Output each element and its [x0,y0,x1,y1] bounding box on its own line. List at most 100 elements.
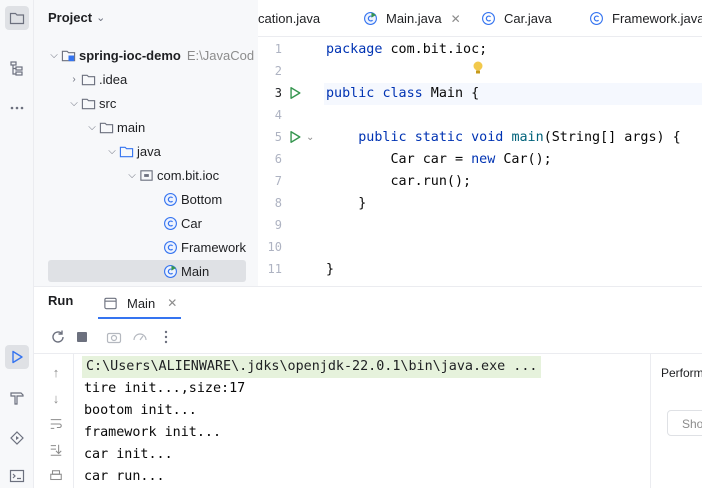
arrow-down-icon[interactable]: ↓ [48,390,64,406]
tab-car-java[interactable]: Car.java [480,0,552,36]
chevron-down-icon[interactable]: ⌵ [68,98,80,109]
run-tab-label: Main [127,295,156,311]
print-icon[interactable] [48,468,64,484]
camera-icon[interactable] [106,329,122,345]
scroll-to-end-icon[interactable] [48,442,64,458]
run-gutter-icon[interactable] [288,86,302,103]
tree-item-label: com.bit.ioc [157,167,220,183]
tab-main-java[interactable]: Main.java ✕ [362,0,461,36]
class-icon [588,11,604,27]
code-text: com.bit.ioc; [382,42,488,57]
chevron-down-icon[interactable]: ⌵ [106,146,118,157]
code-keyword: new [471,152,496,167]
profiler-icon[interactable] [132,329,148,345]
tree-item-label: Framework [181,239,247,255]
tree-item-idea[interactable]: › .idea [34,68,258,90]
structure-tool-button[interactable] [5,56,29,80]
module-folder-icon [60,47,76,63]
tree-item-main-class[interactable]: Main [48,260,246,282]
arrow-up-icon[interactable]: ↑ [48,364,64,380]
hammer-icon [10,392,24,405]
tab-label: Main.java [386,11,442,26]
console-output[interactable]: C:\Users\ALIENWARE\.jdks\openjdk-22.0.1\… [74,354,650,488]
code-method-name: main [511,130,544,145]
services-icon [10,431,24,445]
tree-item-bottom[interactable]: Bottom [34,188,258,210]
fold-chevron-icon[interactable]: ⌄ [306,132,314,143]
code-line: Car car = new Car(); [326,149,552,171]
tree-item-label: main [117,119,146,135]
code-line: public class Main { [326,83,479,105]
console-line: car init... [84,447,173,462]
tab-framework-java[interactable]: Framework.java [588,0,702,36]
line-number: 11 [267,262,282,276]
chevron-right-icon[interactable]: › [68,74,80,85]
line-number: 5 [274,130,282,144]
project-panel-header[interactable]: Project ⌄ [48,10,105,25]
console-line: car run... [84,469,165,484]
tab-label: Framework.java [612,11,702,26]
tool-window-strip [0,0,34,488]
tab-label: Car.java [504,11,552,26]
code-text: (String[] args) { [543,130,681,145]
chevron-down-icon[interactable]: ⌵ [86,122,98,133]
tree-item-java[interactable]: ⌵ java [34,140,258,162]
services-tool-button[interactable] [5,426,29,450]
code-line: public static void main(String[] args) { [326,127,681,149]
tab-run-main[interactable]: Main ✕ [98,287,182,319]
code-text: } [326,262,335,277]
close-icon[interactable]: ✕ [451,12,461,26]
code-editor[interactable]: package com.bit.ioc; public class Main { … [324,38,702,286]
run-tool-button[interactable] [5,345,29,369]
tree-item-label: src [99,95,117,111]
tree-item-label: spring-ioc-demo [79,47,181,63]
code-keyword: public [326,86,375,101]
chevron-down-icon: ⌄ [96,12,106,24]
line-number: 9 [274,218,282,232]
tree-item-package[interactable]: ⌵ com.bit.ioc [34,164,258,186]
console-command-line: C:\Users\ALIENWARE\.jdks\openjdk-22.0.1\… [82,356,542,378]
tree-item-main-folder[interactable]: ⌵ main [34,116,258,138]
stop-icon[interactable] [74,329,90,345]
run-gutter-icon[interactable] [288,130,302,147]
line-number: 8 [274,196,282,210]
code-keyword: static [414,130,464,145]
code-keyword: class [382,86,423,101]
lightbulb-icon[interactable] [472,60,484,80]
console-side-toolbar: ↑ ↓ [34,354,74,488]
terminal-icon [9,469,25,483]
more-tools-button[interactable] [5,96,29,120]
tree-item-car[interactable]: Car [34,212,258,234]
tab-application-java[interactable]: cation.java [258,0,320,36]
tree-item-framework[interactable]: Framework [34,236,258,258]
class-icon [162,215,178,231]
rerun-icon[interactable] [50,329,66,345]
run-config-icon [102,295,118,311]
build-tool-button[interactable] [5,386,29,410]
tree-item-module[interactable]: ⌵ spring-ioc-demo E:\JavaCod [34,44,258,66]
tree-item-src[interactable]: ⌵ src [34,92,258,114]
chevron-down-icon[interactable]: ⌵ [48,50,60,61]
close-icon[interactable]: ✕ [167,296,177,310]
tree-item-label: Car [181,215,202,231]
package-icon [138,167,154,183]
folder-icon [9,12,25,25]
main-class-icon [162,263,178,279]
more-vertical-icon[interactable] [158,329,174,345]
code-line: car.run(); [326,171,471,193]
main-class-icon [362,11,378,27]
chevron-down-icon[interactable]: ⌵ [126,170,138,181]
terminal-tool-button[interactable] [5,464,29,488]
soft-wrap-icon[interactable] [48,416,64,432]
show-button[interactable]: Sho [667,410,702,436]
code-line: } [326,193,366,215]
code-text: Car(); [495,152,552,167]
project-tool-button[interactable] [5,6,29,30]
run-panel-title: Run [48,293,74,308]
line-number: 7 [274,174,282,188]
line-number: 1 [274,42,282,56]
class-icon [162,239,178,255]
